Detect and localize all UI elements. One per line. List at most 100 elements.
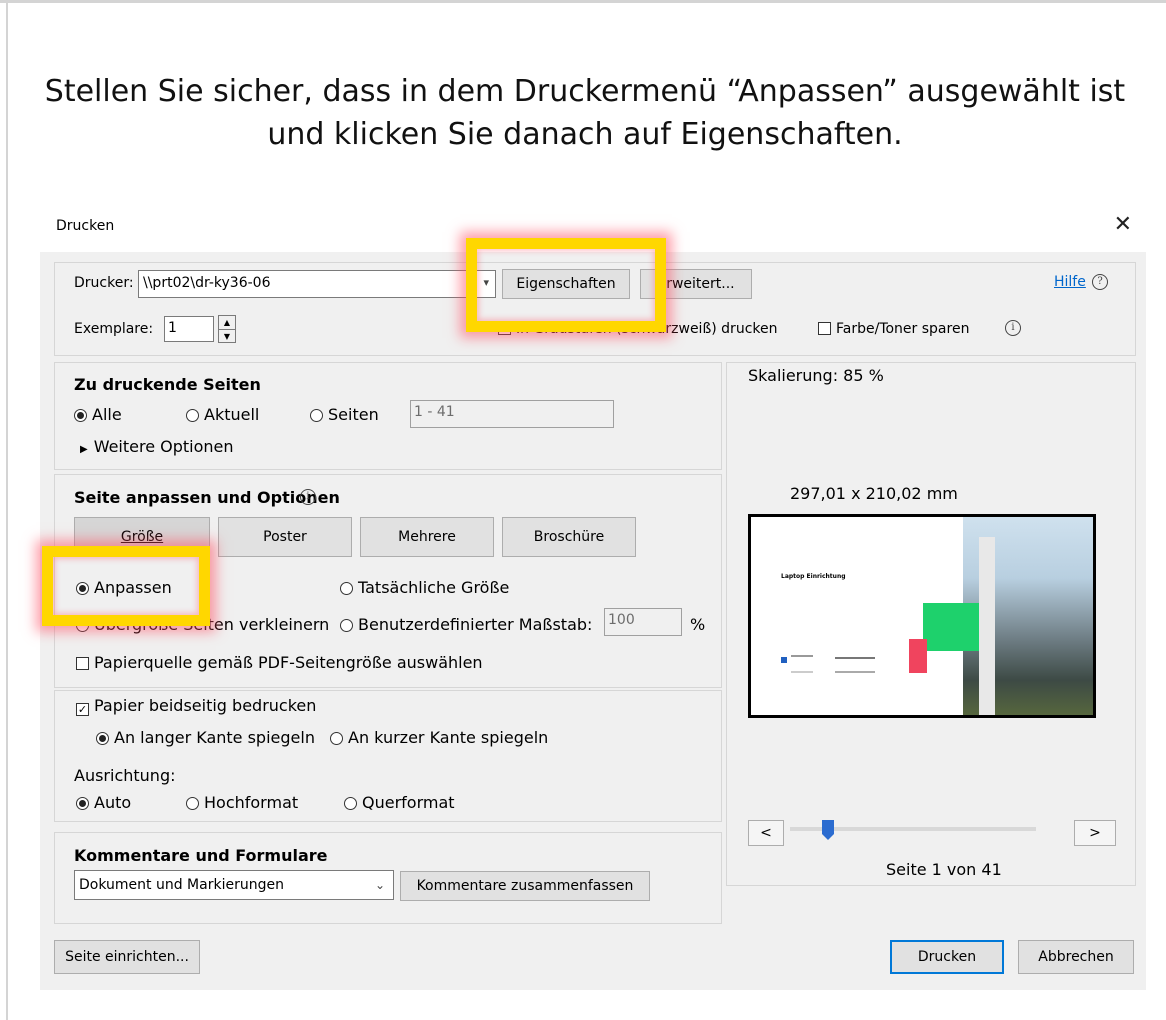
pages-section-title: Zu druckende Seiten bbox=[74, 375, 261, 394]
custom-scale-input[interactable]: 100 bbox=[604, 608, 682, 636]
help-link[interactable]: Hilfe bbox=[1054, 274, 1086, 290]
radio-fit-label: Anpassen bbox=[94, 578, 172, 597]
more-options-toggle[interactable]: ▶ Weitere Optionen bbox=[80, 437, 234, 456]
summarize-comments-button[interactable]: Kommentare zusammenfassen bbox=[400, 871, 650, 901]
radio-fit[interactable]: Anpassen bbox=[76, 578, 172, 597]
printer-select[interactable]: \\prt02\dr-ky36-06 ▾ bbox=[138, 270, 496, 298]
radio-current[interactable]: Aktuell bbox=[186, 405, 259, 424]
orientation-label: Ausrichtung: bbox=[74, 766, 176, 785]
more-options-label: Weitere Optionen bbox=[93, 437, 234, 456]
radio-long-edge-label: An langer Kante spiegeln bbox=[114, 728, 315, 747]
radio-actual-size-indicator[interactable] bbox=[340, 582, 353, 595]
duplex-checkbox[interactable]: ✓ bbox=[76, 703, 89, 716]
fit-info-icon[interactable]: i bbox=[300, 489, 316, 505]
grayscale-option[interactable]: In Graustufen (schwarzweiß) drucken bbox=[498, 321, 777, 337]
chevron-down-icon: ▾ bbox=[483, 276, 489, 289]
preview-green-block bbox=[923, 603, 979, 651]
frame-left-border bbox=[6, 0, 8, 1020]
radio-short-edge-indicator[interactable] bbox=[330, 732, 343, 745]
tab-multiple[interactable]: Mehrere bbox=[360, 517, 494, 557]
close-icon[interactable]: ✕ bbox=[1114, 212, 1132, 237]
preview-logo bbox=[781, 657, 787, 663]
grayscale-label: In Graustufen (schwarzweiß) drucken bbox=[516, 321, 778, 337]
tab-size-label: Größe bbox=[120, 529, 164, 545]
radio-short-edge[interactable]: An kurzer Kante spiegeln bbox=[330, 728, 548, 747]
radio-auto-indicator[interactable] bbox=[76, 797, 89, 810]
tab-size[interactable]: Größe bbox=[74, 517, 210, 557]
paper-source-checkbox[interactable] bbox=[76, 657, 89, 670]
radio-all-indicator[interactable] bbox=[74, 409, 87, 422]
help-icon[interactable]: ? bbox=[1092, 274, 1108, 290]
preview-pillar bbox=[979, 537, 995, 715]
radio-current-label: Aktuell bbox=[204, 405, 260, 424]
radio-actual-size-label: Tatsächliche Größe bbox=[358, 578, 510, 597]
preview-text-block bbox=[791, 655, 813, 673]
comments-select[interactable]: Dokument und Markierungen ⌄ bbox=[74, 870, 394, 900]
dialog-title: Drucken bbox=[56, 218, 115, 234]
radio-landscape-indicator[interactable] bbox=[344, 797, 357, 810]
radio-auto[interactable]: Auto bbox=[76, 793, 131, 812]
radio-shrink-indicator[interactable] bbox=[76, 619, 89, 632]
percent-label: % bbox=[690, 615, 706, 634]
radio-all-label: Alle bbox=[92, 405, 122, 424]
grayscale-checkbox[interactable] bbox=[498, 322, 511, 335]
triangle-right-icon: ▶ bbox=[80, 444, 88, 455]
radio-portrait-label: Hochformat bbox=[204, 793, 299, 812]
dialog-titlebar: Drucken ✕ bbox=[40, 206, 1146, 252]
page-info-text: Seite 1 von 41 bbox=[886, 860, 1002, 879]
radio-custom-scale[interactable]: Benutzerdefinierter Maßstab: bbox=[340, 615, 592, 634]
next-page-button[interactable]: > bbox=[1074, 820, 1116, 846]
radio-shrink[interactable]: Übergroße Seiten verkleinern bbox=[76, 615, 329, 634]
paper-source-label: Papierquelle gemäß PDF-Seitengröße auswä… bbox=[94, 653, 483, 672]
radio-custom-scale-indicator[interactable] bbox=[340, 619, 353, 632]
properties-button[interactable]: Eigenschaften bbox=[502, 269, 630, 299]
radio-all[interactable]: Alle bbox=[74, 405, 122, 424]
advanced-button[interactable]: Erweitert... bbox=[640, 269, 752, 299]
printer-select-value: \\prt02\dr-ky36-06 bbox=[143, 275, 271, 291]
duplex-label: Papier beidseitig bedrucken bbox=[94, 696, 317, 715]
paper-source-option[interactable]: Papierquelle gemäß PDF-Seitengröße auswä… bbox=[76, 653, 483, 672]
cancel-button[interactable]: Abbrechen bbox=[1018, 940, 1134, 974]
page-setup-button[interactable]: Seite einrichten... bbox=[54, 940, 200, 974]
radio-portrait[interactable]: Hochformat bbox=[186, 793, 298, 812]
radio-short-edge-label: An kurzer Kante spiegeln bbox=[348, 728, 549, 747]
printer-label: Drucker: bbox=[74, 275, 134, 291]
tab-poster[interactable]: Poster bbox=[218, 517, 352, 557]
radio-pages[interactable]: Seiten bbox=[310, 405, 379, 424]
save-toner-checkbox[interactable] bbox=[818, 322, 831, 335]
radio-pages-label: Seiten bbox=[328, 405, 379, 424]
copies-input[interactable]: 1 bbox=[164, 316, 214, 342]
prev-page-button[interactable]: < bbox=[748, 820, 784, 846]
radio-portrait-indicator[interactable] bbox=[186, 797, 199, 810]
paper-size-text: 297,01 x 210,02 mm bbox=[790, 484, 958, 503]
radio-fit-indicator[interactable] bbox=[76, 582, 89, 595]
save-toner-option[interactable]: Farbe/Toner sparen bbox=[818, 321, 969, 337]
radio-actual-size[interactable]: Tatsächliche Größe bbox=[340, 578, 509, 597]
radio-landscape[interactable]: Querformat bbox=[344, 793, 455, 812]
comments-section-title: Kommentare und Formulare bbox=[74, 846, 328, 865]
radio-long-edge-indicator[interactable] bbox=[96, 732, 109, 745]
copies-label: Exemplare: bbox=[74, 321, 154, 337]
radio-shrink-label: Übergroße Seiten verkleinern bbox=[94, 615, 330, 634]
scaling-text: Skalierung: 85 % bbox=[748, 366, 884, 385]
preview-text-block-2 bbox=[835, 657, 875, 673]
radio-custom-scale-label: Benutzerdefinierter Maßstab: bbox=[358, 615, 593, 634]
copies-stepper[interactable]: ▲ ▼ bbox=[218, 315, 236, 343]
radio-landscape-label: Querformat bbox=[362, 793, 455, 812]
comments-select-value: Dokument und Markierungen bbox=[79, 877, 284, 893]
instruction-text: Stellen Sie sicher, dass in dem Druckerm… bbox=[44, 74, 1126, 152]
pages-range-input[interactable]: 1 - 41 bbox=[410, 400, 614, 428]
print-button[interactable]: Drucken bbox=[890, 940, 1004, 974]
duplex-option[interactable]: ✓ Papier beidseitig bedrucken bbox=[76, 696, 316, 716]
radio-long-edge[interactable]: An langer Kante spiegeln bbox=[96, 728, 315, 747]
spin-down-icon[interactable]: ▼ bbox=[219, 330, 235, 343]
radio-auto-label: Auto bbox=[94, 793, 132, 812]
radio-pages-indicator[interactable] bbox=[310, 409, 323, 422]
chevron-down-icon: ⌄ bbox=[374, 878, 385, 892]
spin-up-icon[interactable]: ▲ bbox=[219, 316, 235, 330]
tab-booklet[interactable]: Broschüre bbox=[502, 517, 636, 557]
info-icon[interactable]: i bbox=[1005, 320, 1021, 336]
preview-doc-title: Laptop Einrichtung bbox=[781, 573, 846, 580]
radio-current-indicator[interactable] bbox=[186, 409, 199, 422]
preview-pink-block bbox=[909, 639, 927, 673]
